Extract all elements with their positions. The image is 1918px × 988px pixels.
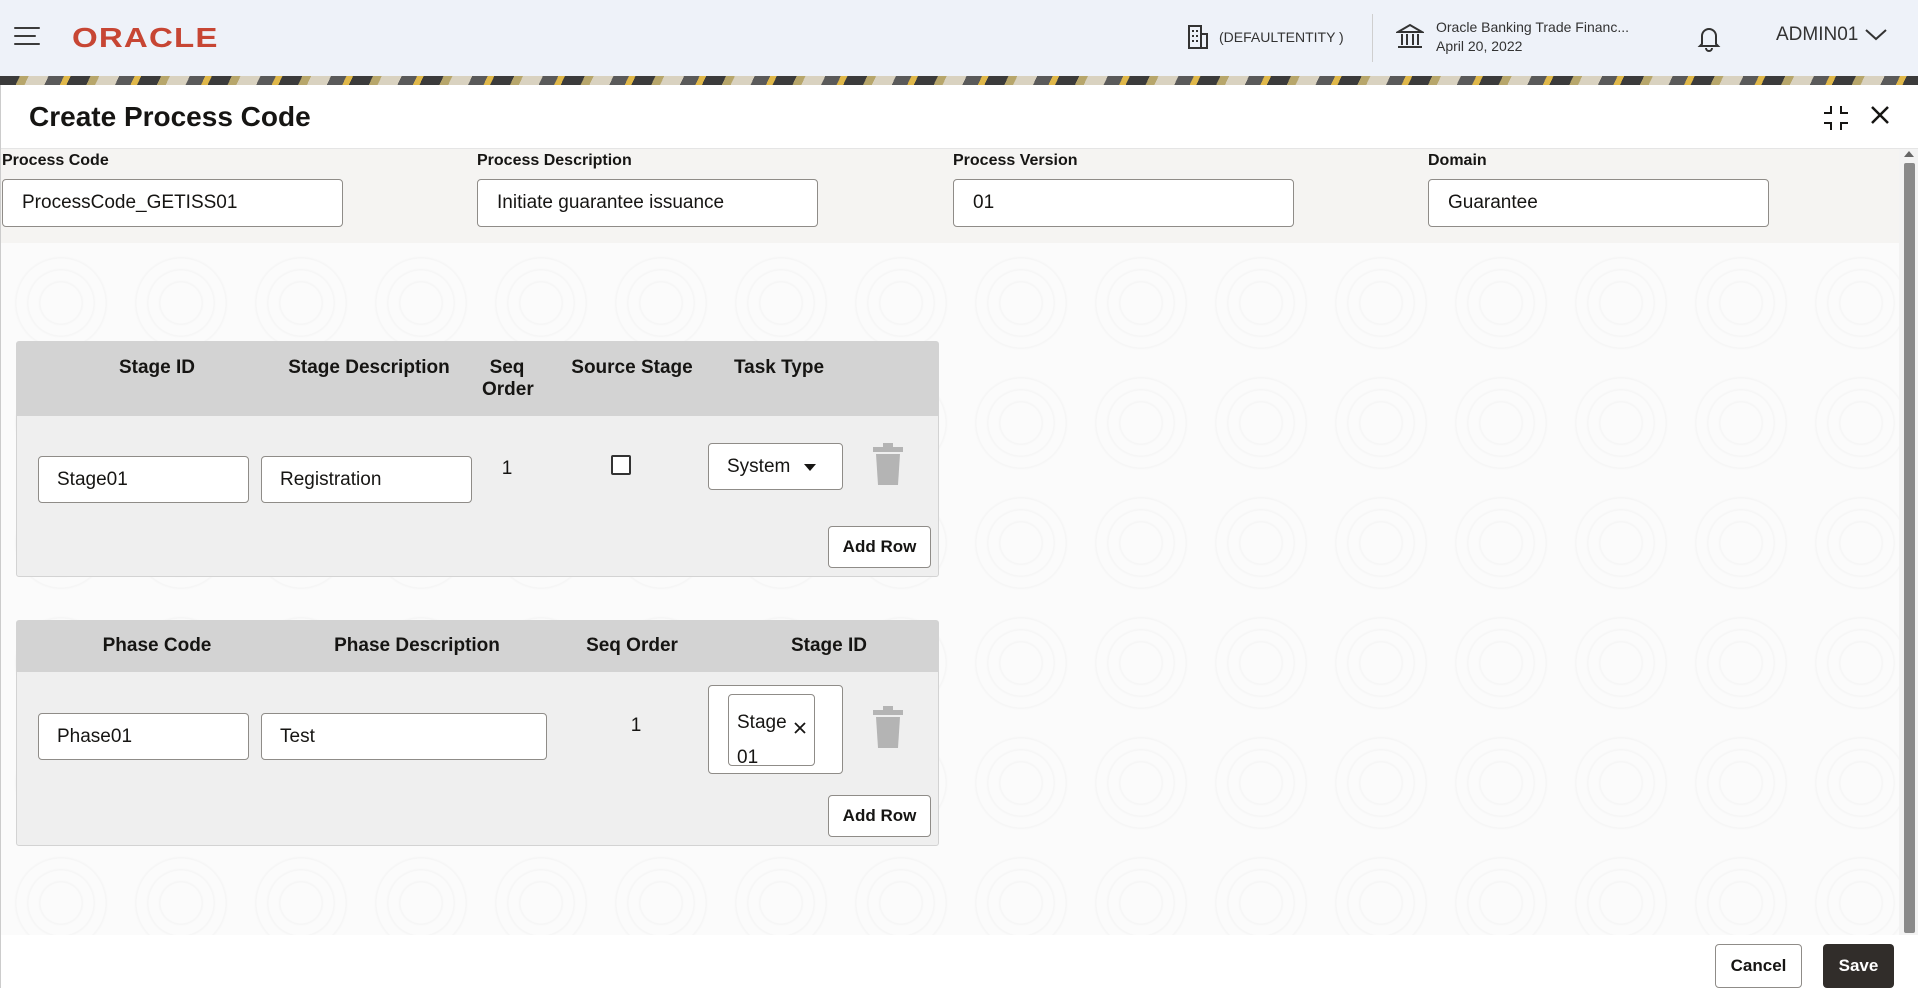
task-type-select[interactable]: System — [708, 443, 843, 490]
entity-label: (DEFAULTENTITY ) — [1219, 29, 1344, 45]
process-code-label: Process Code — [2, 152, 109, 169]
stage-table: Stage ID Stage Description Seq Order Sou… — [16, 341, 939, 577]
process-version-input[interactable] — [953, 179, 1294, 227]
stage-id-input[interactable] — [38, 456, 249, 503]
stage-table-header: Stage ID Stage Description Seq Order Sou… — [17, 342, 938, 416]
col-stage-description: Stage Description — [288, 357, 450, 378]
phase-table-header: Phase Code Phase Description Seq Order S… — [17, 621, 938, 672]
hamburger-menu-icon[interactable] — [14, 27, 40, 47]
phase-stage-id-select[interactable]: Stage 01 — [708, 685, 843, 774]
col-phase-code: Phase Code — [102, 635, 212, 656]
col-seq-order: Seq Order — [482, 357, 534, 400]
phase-code-input[interactable] — [38, 713, 249, 760]
cancel-button[interactable]: Cancel — [1715, 944, 1802, 988]
stage-chip: Stage 01 — [728, 694, 815, 768]
delete-stage-trash-icon[interactable] — [872, 443, 904, 485]
col-phase-seq-order: Seq Order — [586, 635, 678, 656]
col-source-stage: Source Stage — [571, 357, 693, 378]
stage-description-input[interactable] — [261, 456, 472, 503]
process-code-field: Process Code — [2, 149, 343, 227]
domain-input[interactable] — [1428, 179, 1769, 227]
header-divider — [1372, 14, 1373, 62]
phase-add-row-button[interactable]: Add Row — [828, 795, 931, 837]
domain-field: Domain — [1428, 149, 1769, 227]
stage-chip-label: Stage 01 — [737, 712, 787, 768]
process-version-label: Process Version — [953, 152, 1078, 169]
bank-name: Oracle Banking Trade Financ... — [1436, 19, 1629, 35]
phase-description-input[interactable] — [261, 713, 547, 760]
dialog-title: Create Process Code — [29, 101, 311, 132]
decorative-band — [0, 76, 1918, 85]
vertical-scrollbar[interactable] — [1899, 149, 1918, 935]
col-task-type: Task Type — [733, 357, 825, 378]
user-menu[interactable]: ADMIN01 — [1776, 24, 1888, 46]
dialog-header: Create Process Code — [1, 85, 1918, 149]
scrollbar-thumb[interactable] — [1904, 163, 1915, 933]
bank-selector[interactable]: Oracle Banking Trade Financ... April 20,… — [1396, 18, 1629, 56]
create-process-code-dialog: Create Process Code Process Code Process… — [0, 85, 1918, 988]
process-description-label: Process Description — [477, 152, 632, 169]
entity-selector[interactable]: (DEFAULTENTITY ) — [1187, 24, 1344, 50]
source-stage-checkbox[interactable] — [611, 455, 631, 475]
process-description-input[interactable] — [477, 179, 818, 227]
stage-add-row-button[interactable]: Add Row — [828, 526, 931, 568]
save-button[interactable]: Save — [1823, 944, 1894, 988]
domain-label: Domain — [1428, 152, 1487, 169]
phase-table: Phase Code Phase Description Seq Order S… — [16, 620, 939, 846]
close-icon[interactable] — [1868, 103, 1892, 127]
col-phase-description: Phase Description — [334, 635, 500, 656]
dialog-footer: Cancel Save — [1, 935, 1918, 988]
process-code-input[interactable] — [2, 179, 343, 227]
scroll-up-arrow-icon[interactable] — [1904, 151, 1914, 157]
stage-seq-order: 1 — [501, 458, 513, 479]
phase-seq-order: 1 — [630, 715, 642, 736]
process-fields: Process Code Process Description Process… — [1, 149, 1899, 243]
bell-icon[interactable] — [1697, 24, 1721, 52]
col-phase-stage-id: Stage ID — [790, 635, 868, 656]
col-stage-id: Stage ID — [118, 357, 196, 378]
minimize-icon[interactable] — [1821, 103, 1851, 133]
building-icon — [1188, 25, 1208, 49]
bank-icon — [1396, 23, 1424, 48]
caret-down-icon — [804, 464, 816, 471]
process-version-field: Process Version — [953, 149, 1294, 227]
dialog-content: Stage ID Stage Description Seq Order Sou… — [1, 243, 1899, 935]
top-header: ORACLE (DEFAULTENTITY ) Oracle Banking T… — [0, 0, 1918, 76]
oracle-logo: ORACLE — [72, 22, 219, 53]
remove-chip-icon[interactable] — [793, 721, 807, 735]
delete-phase-trash-icon[interactable] — [872, 706, 904, 748]
branch-date: April 20, 2022 — [1436, 38, 1523, 54]
user-name: ADMIN01 — [1776, 24, 1859, 45]
chevron-down-icon — [1865, 29, 1888, 41]
task-type-value: System — [727, 456, 791, 477]
process-description-field: Process Description — [477, 149, 818, 227]
